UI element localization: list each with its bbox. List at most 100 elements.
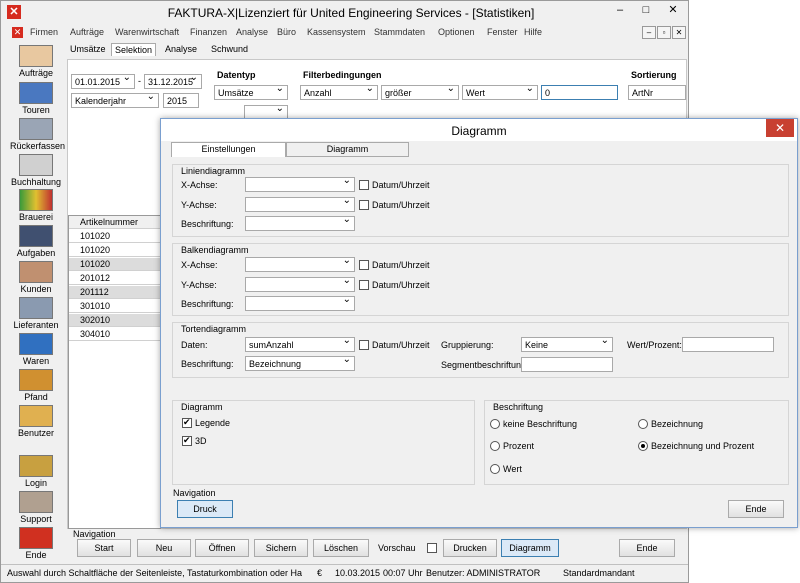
table-row[interactable]: 201012: [69, 272, 161, 285]
grid-cell: 201012: [80, 273, 111, 283]
line-y-select[interactable]: [245, 195, 355, 212]
menu-fenster[interactable]: Fenster: [487, 27, 518, 37]
radio-percent[interactable]: [490, 441, 500, 451]
user-icon: [19, 405, 53, 427]
pie-data-select[interactable]: sumAnzahl: [245, 335, 355, 352]
sidebar-item-rueckerfassen[interactable]: Rückerfassen: [10, 118, 65, 151]
table-row[interactable]: 304010: [69, 328, 161, 341]
navigation-label: Navigation: [73, 529, 116, 539]
sidebar-item-support[interactable]: Support: [10, 491, 62, 524]
menu-hilfe[interactable]: Hilfe: [524, 27, 542, 37]
print-button[interactable]: Druck: [177, 500, 233, 518]
line-caption-select[interactable]: [245, 214, 355, 231]
sidebar-item-auftraege[interactable]: Aufträge: [10, 45, 62, 78]
line-x-datetime-checkbox[interactable]: [359, 180, 369, 190]
tab-einstellungen[interactable]: Einstellungen: [171, 142, 286, 157]
sidebar-item-touren[interactable]: Touren: [10, 82, 62, 115]
pie-group-select[interactable]: Keine: [521, 335, 613, 352]
menu-warenwirtschaft[interactable]: Warenwirtschaft: [115, 27, 179, 37]
sidebar-item-benutzer[interactable]: Benutzer: [10, 405, 62, 438]
filter-field-select[interactable]: Anzahl: [300, 83, 378, 100]
bar-caption-select[interactable]: [245, 294, 355, 311]
year-spinner[interactable]: 2015: [163, 93, 199, 108]
tab-schwund[interactable]: Schwund: [208, 43, 251, 55]
line-y-datetime-checkbox[interactable]: [359, 200, 369, 210]
radio-value-label: Wert: [503, 464, 522, 474]
end-button[interactable]: Ende: [619, 539, 675, 557]
bar-x-datetime-checkbox[interactable]: [359, 260, 369, 270]
period-select[interactable]: Kalenderjahr: [71, 91, 159, 108]
line-x-select[interactable]: [245, 175, 355, 192]
sidebar-item-lieferanten[interactable]: Lieferanten: [10, 297, 62, 330]
radio-name[interactable]: [638, 419, 648, 429]
pie-datetime-checkbox[interactable]: [359, 340, 369, 350]
menu-kassensystem[interactable]: Kassensystem: [307, 27, 366, 37]
maximize-button[interactable]: □: [633, 1, 659, 19]
table-row[interactable]: 201112: [69, 286, 161, 299]
sidebar-item-brauerei[interactable]: Brauerei: [10, 189, 62, 222]
sidebar-item-pfand[interactable]: Pfand: [10, 369, 62, 402]
sidebar-item-buchhaltung[interactable]: Buchhaltung: [10, 154, 62, 187]
preview-checkbox[interactable]: [427, 543, 437, 553]
tab-selektion[interactable]: Selektion: [111, 43, 157, 56]
table-row[interactable]: 101020: [69, 244, 161, 257]
menu-finanzen[interactable]: Finanzen: [190, 27, 227, 37]
menu-analyse[interactable]: Analyse: [236, 27, 268, 37]
menu-firmen[interactable]: Firmen: [30, 27, 58, 37]
table-row[interactable]: 101020: [69, 258, 161, 271]
tab-analyse[interactable]: Analyse: [162, 43, 200, 55]
sidebar-item-aufgaben[interactable]: Aufgaben: [10, 225, 62, 258]
print-button[interactable]: Drucken: [443, 539, 497, 557]
dialog-close-button[interactable]: ✕: [766, 119, 794, 137]
close-button[interactable]: ✕: [659, 1, 687, 19]
filter-mode-select[interactable]: Wert: [462, 83, 538, 100]
radio-no-caption[interactable]: [490, 419, 500, 429]
pie-wp-input[interactable]: [682, 337, 774, 352]
pie-caption-select[interactable]: Bezeichnung: [245, 354, 355, 371]
grid-cell: 101020: [80, 231, 111, 241]
radio-name-percent[interactable]: [638, 441, 648, 451]
sidebar-item-kunden[interactable]: Kunden: [10, 261, 62, 294]
date-to-field[interactable]: 31.12.2015: [144, 72, 202, 89]
threed-checkbox[interactable]: [182, 435, 192, 446]
table-row[interactable]: 301010: [69, 300, 161, 313]
minimize-button[interactable]: ‒: [607, 1, 633, 19]
bar-x-select[interactable]: [245, 255, 355, 272]
sidebar-item-login[interactable]: Login: [10, 455, 62, 488]
filter-operator-select[interactable]: größer: [381, 83, 459, 100]
tab-diagramm[interactable]: Diagramm: [286, 142, 409, 157]
sidebar-item-waren[interactable]: Waren: [10, 333, 62, 366]
diagram-options-group: Diagramm Legende 3D: [172, 400, 475, 485]
radio-value[interactable]: [490, 464, 500, 474]
date-from-field[interactable]: 01.01.2015: [71, 72, 135, 89]
end-button[interactable]: Ende: [728, 500, 784, 518]
table-row[interactable]: 302010: [69, 314, 161, 327]
menu-stammdaten[interactable]: Stammdaten: [374, 27, 425, 37]
menu-optionen[interactable]: Optionen: [438, 27, 475, 37]
tab-umsaetze[interactable]: Umsätze: [67, 43, 109, 55]
mdi-restore-button[interactable]: ▫: [657, 26, 671, 39]
pie-group-label: Gruppierung:: [441, 340, 494, 350]
sort-field[interactable]: ArtNr: [628, 85, 686, 100]
sidebar-item-label: Support: [20, 514, 52, 524]
table-row[interactable]: 101020: [69, 230, 161, 243]
bar-y-select[interactable]: [245, 275, 355, 292]
menu-buero[interactable]: Büro: [277, 27, 296, 37]
mdi-minimize-button[interactable]: ‒: [642, 26, 656, 39]
diagram-button[interactable]: Diagramm: [501, 539, 559, 557]
new-button[interactable]: Neu: [137, 539, 191, 557]
menu-auftraege[interactable]: Aufträge: [70, 27, 104, 37]
delete-button[interactable]: Löschen: [313, 539, 369, 557]
filter-value-input[interactable]: 0: [541, 85, 618, 100]
save-button[interactable]: Sichern: [254, 539, 308, 557]
mdi-close-button[interactable]: ✕: [672, 26, 686, 39]
start-button[interactable]: Start: [77, 539, 131, 557]
legend-checkbox[interactable]: [182, 417, 192, 428]
sidebar-item-label: Login: [24, 478, 48, 488]
bar-y-datetime-checkbox[interactable]: [359, 280, 369, 290]
brewery-icon: [19, 189, 53, 211]
datentyp-select[interactable]: Umsätze: [214, 83, 288, 100]
open-button[interactable]: Öffnen: [195, 539, 249, 557]
pie-seg-input[interactable]: [521, 357, 613, 372]
sidebar-item-ende[interactable]: Ende: [10, 527, 62, 560]
